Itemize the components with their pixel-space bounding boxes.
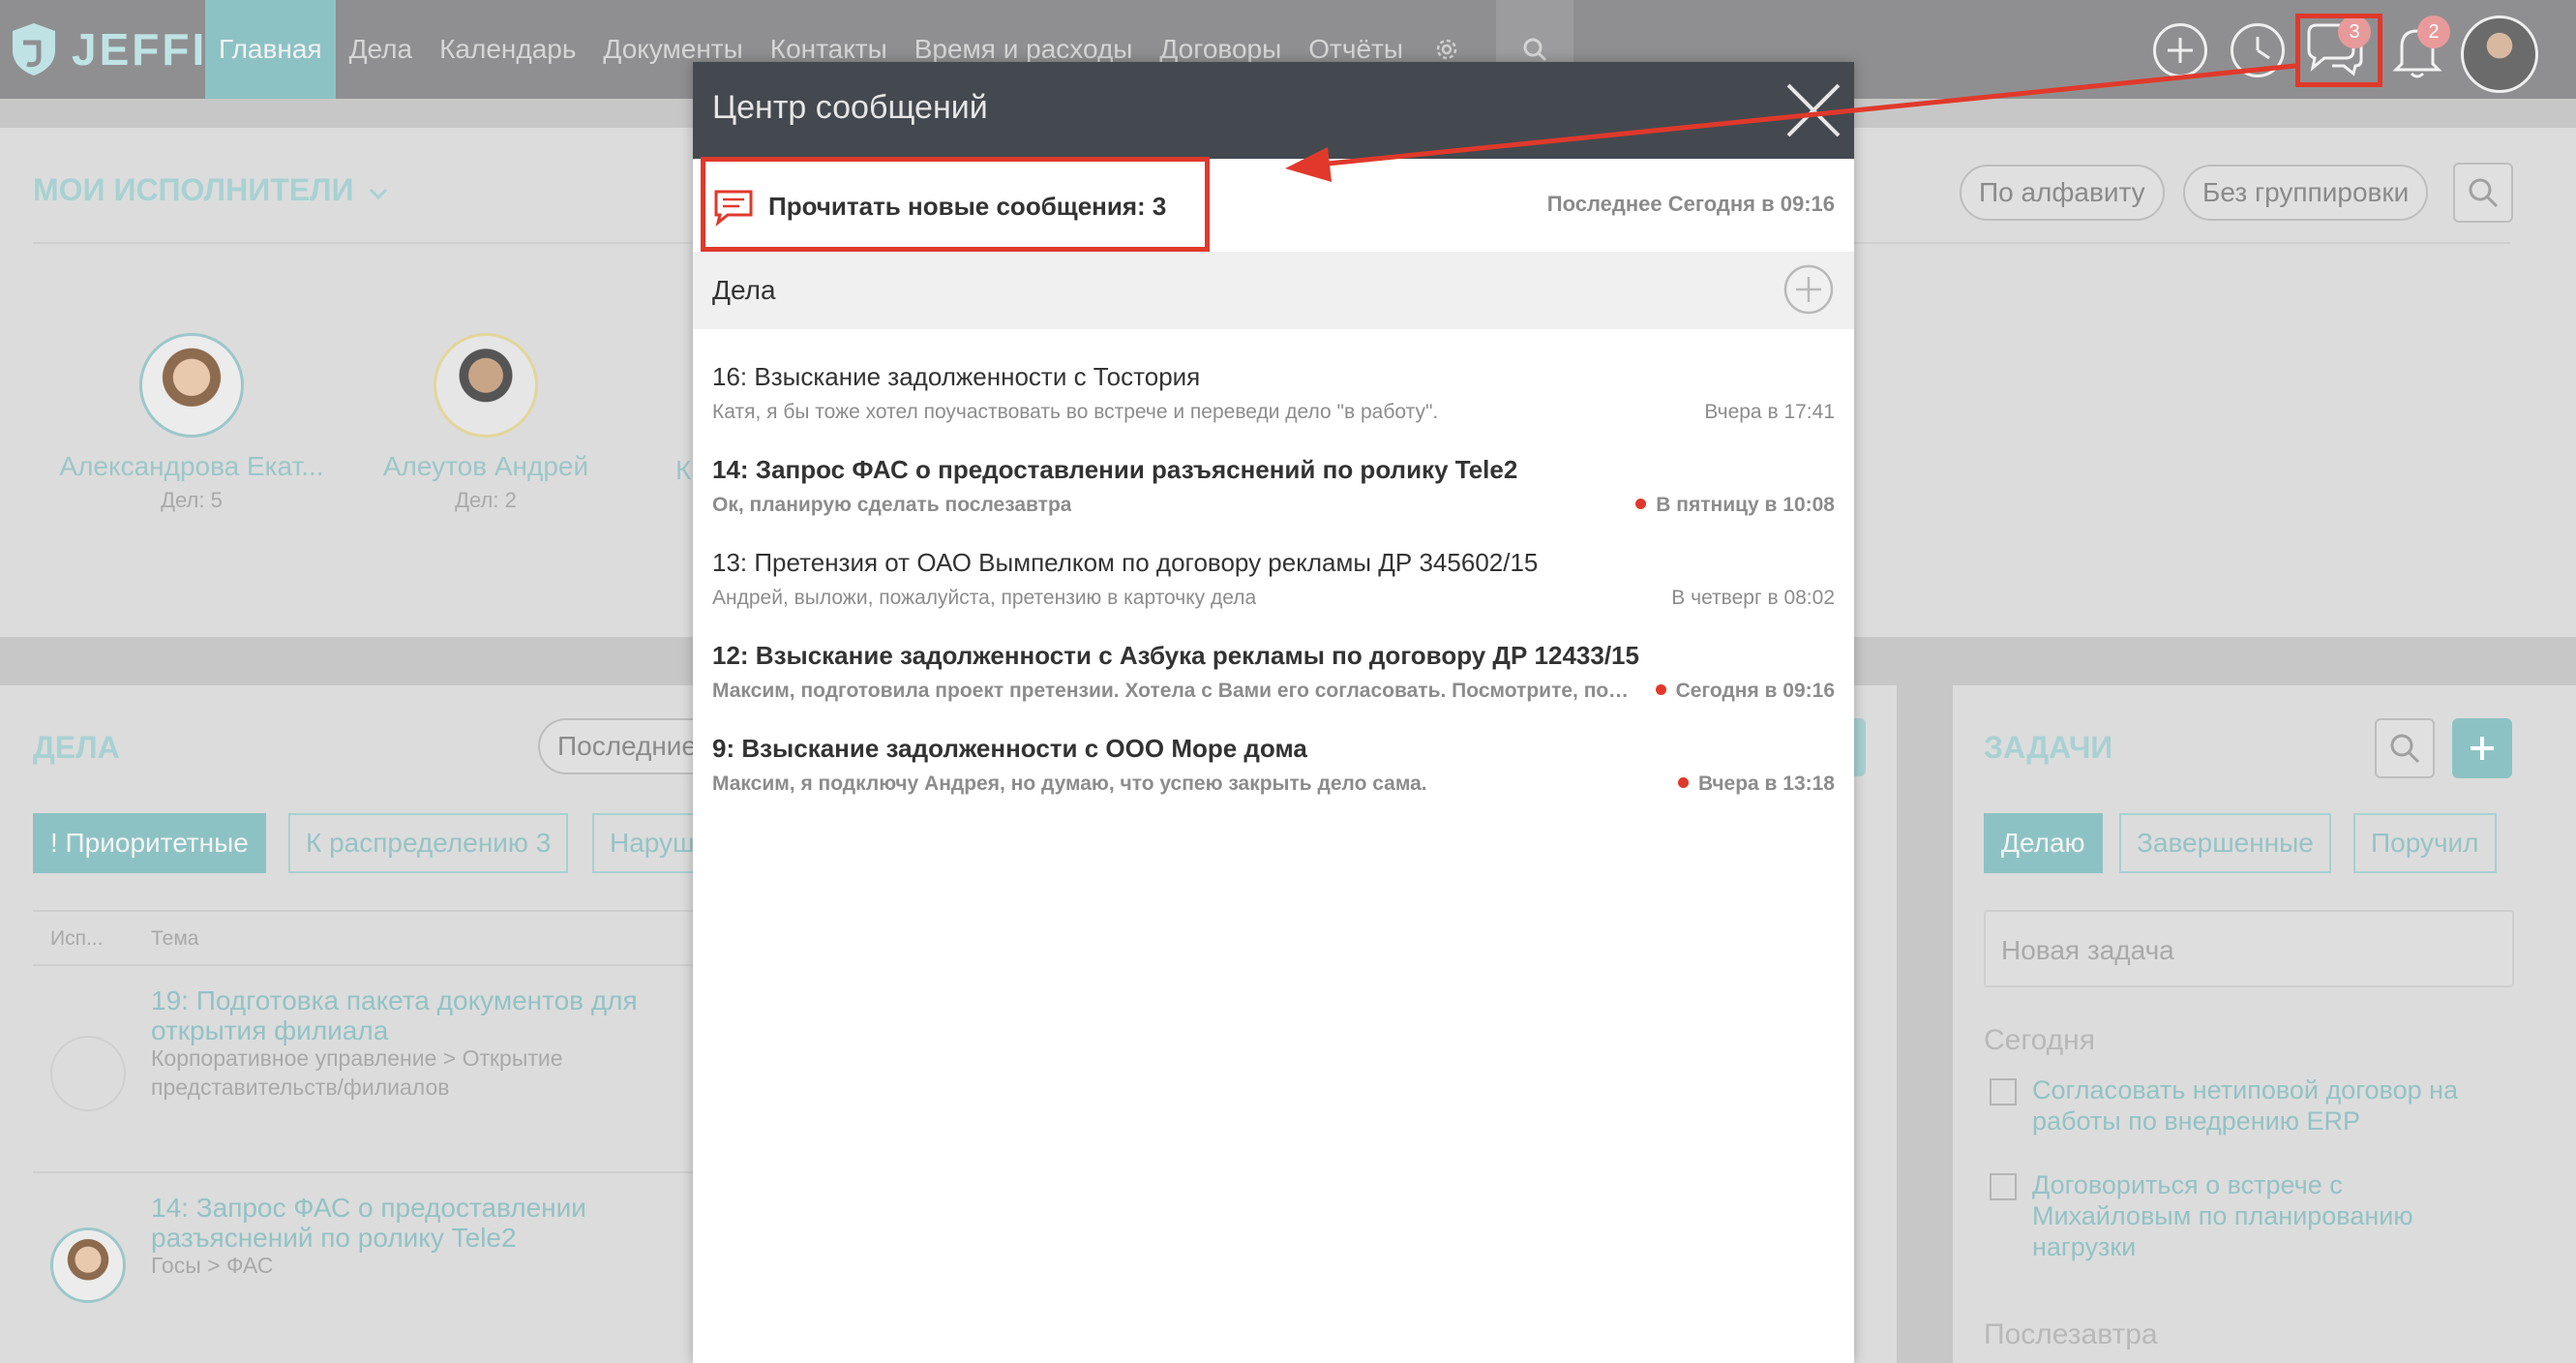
messages-highlight-box bbox=[2295, 14, 2382, 87]
modal-title: Центр сообщений bbox=[712, 89, 988, 126]
avatar bbox=[139, 333, 244, 438]
message-title[interactable]: 9: Взыскание задолженности с ООО Море до… bbox=[712, 734, 1307, 764]
task-item-text[interactable]: Согласовать нетиповой договор на работы … bbox=[2032, 1075, 2497, 1136]
tab-distribution[interactable]: К распределению 3 bbox=[288, 813, 569, 873]
modal-header: Центр сообщений bbox=[693, 62, 1854, 159]
unread-dot-icon bbox=[1677, 776, 1689, 788]
avatar bbox=[434, 333, 538, 438]
cases-title: ДЕЛА bbox=[33, 730, 120, 765]
message-time-wrap: Вчера в 13:18 bbox=[1677, 772, 1835, 796]
search-icon bbox=[2390, 734, 2420, 764]
performer-case-count: Дел: 2 bbox=[455, 488, 517, 512]
nav-home[interactable]: Главная bbox=[205, 0, 336, 99]
notifications-badge: 2 bbox=[2417, 15, 2450, 48]
new-task-input[interactable]: Новая задача bbox=[1984, 910, 2514, 987]
add-task-button[interactable] bbox=[2452, 718, 2512, 778]
tasks-title: ЗАДАЧИ bbox=[1984, 730, 2113, 765]
table-row[interactable]: 19: Подготовка пакета документов для отк… bbox=[33, 966, 701, 1173]
avatar bbox=[50, 1227, 126, 1303]
grouping-button[interactable]: Без группировки bbox=[2183, 165, 2429, 221]
message-preview: Максим, я подключу Андрея, но думаю, что… bbox=[712, 772, 1427, 795]
user-avatar[interactable] bbox=[2461, 15, 2538, 93]
avatar-placeholder bbox=[50, 1036, 126, 1111]
performers-search-button[interactable] bbox=[2453, 163, 2513, 223]
message-time: Вчера в 17:41 bbox=[1704, 401, 1835, 423]
column-header-performer[interactable]: Исп... bbox=[50, 927, 103, 951]
message-time-wrap: В пятницу в 10:08 bbox=[1635, 494, 1835, 517]
case-category: Корпоративное управление > Открытие пред… bbox=[151, 1045, 563, 1100]
list-item[interactable]: 13: Претензия от ОАО Вымпелком по догово… bbox=[693, 548, 1854, 641]
unread-dot-icon bbox=[1655, 683, 1666, 695]
table-row[interactable]: 14: Запрос ФАС о предоставлении разъясне… bbox=[33, 1173, 701, 1363]
tab-doing[interactable]: Делаю bbox=[1984, 813, 2103, 873]
list-item[interactable]: 14: Запрос ФАС о предоставлении разъясне… bbox=[693, 455, 1854, 548]
performer-name: Алеутов Андрей bbox=[382, 451, 589, 481]
tab-assigned[interactable]: Поручил bbox=[2353, 813, 2497, 873]
sort-alphabet-button[interactable]: По алфавиту bbox=[1960, 165, 2165, 221]
group-label: Дела bbox=[712, 275, 776, 305]
tab-violations[interactable]: Наруш bbox=[592, 813, 699, 873]
message-time-wrap: Сегодня в 09:16 bbox=[1655, 680, 1835, 703]
performer-name: Александрова Екат... bbox=[59, 451, 324, 481]
case-title-link[interactable]: 14: Запрос ФАС о предоставлении разъясне… bbox=[151, 1193, 693, 1253]
cases-add-button-edge[interactable] bbox=[1854, 718, 1866, 776]
tasks-search-button[interactable] bbox=[2375, 718, 2435, 778]
case-category: Госы > ФАС bbox=[151, 1253, 274, 1278]
search-icon bbox=[1523, 38, 1547, 62]
search-icon bbox=[2469, 178, 2499, 208]
message-title[interactable]: 16: Взыскание задолженности с Тостория bbox=[712, 362, 1200, 392]
today-label: Сегодня bbox=[1984, 1024, 2095, 1056]
message-title[interactable]: 14: Запрос ФАС о предоставлении разъясне… bbox=[712, 455, 1517, 485]
column-header-subject[interactable]: Тема bbox=[151, 927, 198, 951]
last-message-time: Последнее Сегодня в 09:16 bbox=[1546, 192, 1835, 216]
close-icon[interactable] bbox=[1779, 76, 1848, 145]
time-tracker-button[interactable] bbox=[2231, 23, 2285, 77]
chevron-down-icon bbox=[370, 188, 388, 200]
plus-icon bbox=[2168, 38, 2193, 63]
list-item[interactable]: 16: Взыскание задолженности с Тостория К… bbox=[693, 362, 1854, 455]
message-preview: Максим, подготовила проект претензии. Хо… bbox=[712, 680, 1636, 702]
list-item[interactable]: 9: Взыскание задолженности с ООО Море до… bbox=[693, 734, 1854, 827]
group-header-cases: Дела bbox=[693, 252, 1854, 329]
message-preview: Катя, я бы тоже хотел поучаствовать во в… bbox=[712, 401, 1439, 423]
task-checkbox[interactable] bbox=[1990, 1078, 2017, 1106]
cases-filter-input[interactable]: Последние bbox=[538, 718, 712, 774]
message-title[interactable]: 13: Претензия от ОАО Вымпелком по догово… bbox=[712, 548, 1538, 578]
performer-name-partial[interactable]: К bbox=[675, 455, 691, 486]
message-preview: Андрей, выложи, пожалуйста, претензию в … bbox=[712, 587, 1257, 609]
message-title[interactable]: 12: Взыскание задолженности с Азбука рек… bbox=[712, 641, 1639, 671]
logo[interactable]: JEFFIT bbox=[10, 21, 237, 77]
performer-case-count: Дел: 5 bbox=[161, 488, 223, 512]
message-time: Вчера в 13:18 bbox=[1697, 772, 1835, 795]
message-center-modal: Центр сообщений Прочитать новые сообщени… bbox=[693, 62, 1854, 1363]
tab-completed[interactable]: Завершенные bbox=[2119, 813, 2331, 873]
read-new-highlight-box bbox=[701, 157, 1210, 252]
message-time: В пятницу в 10:08 bbox=[1656, 494, 1835, 516]
notifications-button[interactable]: 2 bbox=[2386, 15, 2450, 81]
add-circle-icon[interactable] bbox=[1782, 263, 1835, 316]
message-time: Сегодня в 09:16 bbox=[1675, 680, 1835, 702]
unread-dot-icon bbox=[1635, 498, 1647, 509]
performer-card[interactable]: Александрова Екат... Дел: 5 bbox=[46, 333, 337, 513]
cases-table-header: Исп... Тема bbox=[33, 910, 701, 966]
message-preview: Ок, планирую сделать послезавтра bbox=[712, 494, 1072, 516]
task-item-text[interactable]: Договориться о встрече с Михайловым по п… bbox=[2032, 1169, 2497, 1262]
shield-logo-icon bbox=[13, 23, 55, 76]
tab-priority[interactable]: ! Приоритетные bbox=[33, 813, 266, 873]
nav-cases[interactable]: Дела bbox=[336, 0, 427, 99]
task-checkbox[interactable] bbox=[1990, 1173, 2017, 1200]
performer-card[interactable]: Алеутов Андрей Дел: 2 bbox=[360, 333, 612, 513]
message-time: В четверг в 08:02 bbox=[1671, 587, 1835, 609]
plus-icon bbox=[2471, 737, 2494, 760]
list-item[interactable]: 12: Взыскание задолженности с Азбука рек… bbox=[693, 641, 1854, 734]
performers-title[interactable]: МОИ ИСПОЛНИТЕЛИ bbox=[33, 172, 389, 208]
add-button[interactable] bbox=[2153, 23, 2207, 77]
case-title-link[interactable]: 19: Подготовка пакета документов для отк… bbox=[151, 985, 693, 1045]
nav-calendar[interactable]: Календарь bbox=[426, 0, 589, 99]
day-after-tomorrow-label: Послезавтра bbox=[1984, 1318, 2158, 1350]
clock-icon bbox=[2256, 37, 2270, 60]
